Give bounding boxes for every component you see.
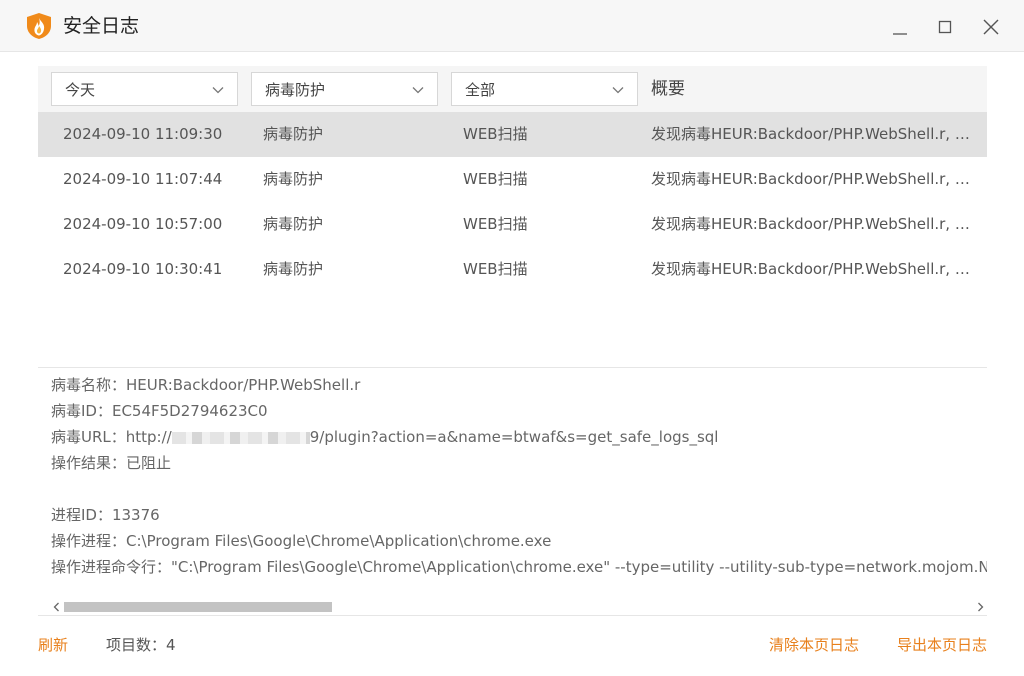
table-row[interactable]: 2024-09-10 11:07:44 病毒防护 WEB扫描 发现病毒HEUR:…	[38, 157, 987, 202]
log-source: WEB扫描	[463, 215, 528, 233]
table-row[interactable]: 2024-09-10 11:09:30 病毒防护 WEB扫描 发现病毒HEUR:…	[38, 112, 987, 157]
detail-virus-url: 病毒URL：http:// 9/plugin?action=a&name=btwa…	[51, 426, 718, 448]
source-filter-dropdown[interactable]: 全部	[451, 72, 638, 106]
horizontal-scrollbar[interactable]	[38, 598, 987, 616]
redacted-host	[171, 431, 310, 444]
log-time: 2024-09-10 10:57:00	[63, 215, 223, 233]
item-count: 项目数：4	[106, 636, 176, 654]
log-type: 病毒防护	[263, 260, 324, 278]
log-source: WEB扫描	[463, 170, 528, 188]
maximize-icon	[938, 20, 952, 34]
category-filter-dropdown[interactable]: 病毒防护	[251, 72, 438, 106]
minimize-button[interactable]	[883, 10, 917, 44]
refresh-link[interactable]: 刷新	[38, 635, 68, 655]
log-source: WEB扫描	[463, 125, 528, 143]
security-log-window: 安全日志 今天 病毒防护 全部 概要 2024-09-10 11:09:30 病…	[0, 0, 1024, 676]
chevron-down-icon	[212, 87, 224, 94]
log-summary: 发现病毒HEUR:Backdoor/PHP.WebShell.r, 已…	[651, 260, 981, 278]
title-bar: 安全日志	[0, 0, 1024, 52]
log-time: 2024-09-10 10:30:41	[63, 260, 223, 278]
category-filter-value: 病毒防护	[265, 81, 326, 99]
filter-bar: 今天 病毒防护 全部 概要	[38, 66, 987, 112]
scroll-right-icon[interactable]	[974, 601, 986, 613]
chevron-down-icon	[412, 87, 424, 94]
detail-virus-name: 病毒名称：HEUR:Backdoor/PHP.WebShell.r	[51, 376, 361, 394]
close-button[interactable]	[974, 10, 1008, 44]
scrollbar-thumb[interactable]	[64, 602, 332, 612]
detail-process: 操作进程：C:\Program Files\Google\Chrome\Appl…	[51, 532, 552, 550]
log-detail-panel: 病毒名称：HEUR:Backdoor/PHP.WebShell.r 病毒ID：E…	[51, 374, 987, 596]
log-source: WEB扫描	[463, 260, 528, 278]
date-filter-value: 今天	[65, 81, 96, 99]
scroll-left-icon[interactable]	[51, 601, 63, 613]
virus-url-suffix: 9/plugin?action=a&name=btwaf&s=get_safe_…	[309, 428, 719, 446]
close-icon	[983, 19, 999, 35]
detail-command-line: 操作进程命令行："C:\Program Files\Google\Chrome\…	[51, 558, 987, 576]
chevron-down-icon	[612, 87, 624, 94]
detail-process-id: 进程ID：13376	[51, 506, 160, 524]
log-list: 2024-09-10 11:09:30 病毒防护 WEB扫描 发现病毒HEUR:…	[38, 112, 987, 292]
log-type: 病毒防护	[263, 125, 324, 143]
log-summary: 发现病毒HEUR:Backdoor/PHP.WebShell.r, 已…	[651, 170, 981, 188]
clear-page-logs-link[interactable]: 清除本页日志	[769, 635, 859, 655]
maximize-button[interactable]	[928, 10, 962, 44]
export-page-logs-link[interactable]: 导出本页日志	[897, 635, 987, 655]
detail-result: 操作结果：已阻止	[51, 454, 172, 472]
summary-column-header: 概要	[651, 79, 685, 99]
detail-virus-id: 病毒ID：EC54F5D2794623C0	[51, 402, 268, 420]
log-summary: 发现病毒HEUR:Backdoor/PHP.WebShell.r, 已…	[651, 125, 981, 143]
date-filter-dropdown[interactable]: 今天	[51, 72, 238, 106]
table-row[interactable]: 2024-09-10 10:57:00 病毒防护 WEB扫描 发现病毒HEUR:…	[38, 202, 987, 247]
table-row[interactable]: 2024-09-10 10:30:41 病毒防护 WEB扫描 发现病毒HEUR:…	[38, 247, 987, 292]
log-summary: 发现病毒HEUR:Backdoor/PHP.WebShell.r, 已…	[651, 215, 981, 233]
log-type: 病毒防护	[263, 170, 324, 188]
fire-shield-icon	[26, 12, 52, 40]
section-divider	[38, 367, 987, 368]
source-filter-value: 全部	[465, 81, 496, 99]
window-title: 安全日志	[63, 15, 140, 37]
minimize-icon	[893, 33, 907, 35]
log-time: 2024-09-10 11:09:30	[63, 125, 223, 143]
log-type: 病毒防护	[263, 215, 324, 233]
virus-url-prefix: 病毒URL：http://	[51, 428, 172, 446]
log-time: 2024-09-10 11:07:44	[63, 170, 223, 188]
